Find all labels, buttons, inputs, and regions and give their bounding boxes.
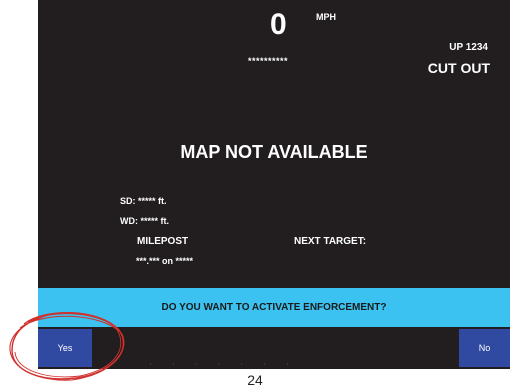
no-button[interactable]: No [459,329,510,367]
next-target-label: NEXT TARGET: [294,236,367,247]
wd-distance: WD: ***** ft. [120,216,169,226]
milepost-value: ***.*** on ***** [136,256,194,266]
sd-distance: SD: ***** ft. [120,196,167,206]
locomotive-display: 0 MPH ********** UP 1234 CUT OUT MAP NOT… [38,0,510,288]
map-not-available-message: MAP NOT AVAILABLE [180,142,368,162]
masked-field: ********** [248,56,289,66]
status-cut-out: CUT OUT [427,60,490,76]
softkey-bar [38,327,510,369]
train-id: UP 1234 [449,42,488,53]
milepost-label: MILEPOST [137,236,189,247]
speed-unit: MPH [316,12,336,22]
softkey-tick-marks: ' ' ' ' ' ' ' [150,364,299,370]
speed-value: 0 [270,8,287,41]
yes-button[interactable]: Yes [38,329,92,367]
enforcement-prompt: DO YOU WANT TO ACTIVATE ENFORCEMENT? [38,288,510,327]
